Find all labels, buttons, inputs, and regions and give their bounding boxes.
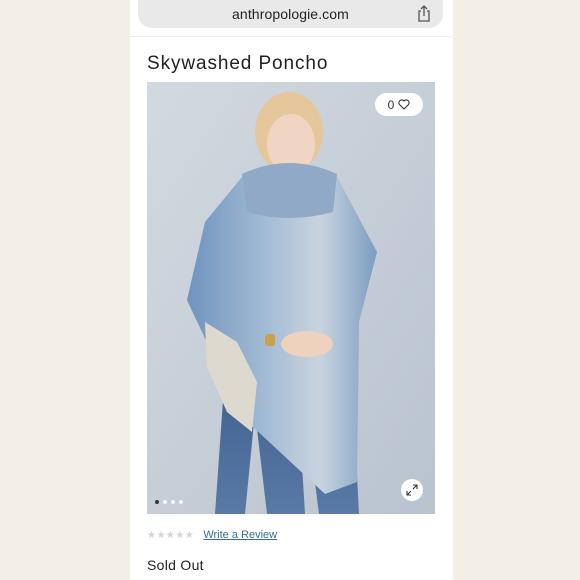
share-icon[interactable] [416,5,432,23]
url-text: anthropologie.com [232,6,349,22]
header-divider [130,36,453,37]
like-count: 0 [387,97,395,112]
phone-screen: anthropologie.com Skywashed Poncho 0 ★★★… [130,0,453,580]
product-title: Skywashed Poncho [147,53,329,74]
gallery-dot[interactable] [179,500,183,504]
rating-stars: ★★★★★ [147,529,195,541]
address-bar[interactable]: anthropologie.com [138,0,443,28]
write-review-link[interactable]: Write a Review [203,529,277,541]
like-button[interactable]: 0 [375,93,423,116]
gallery-dot[interactable] [155,500,159,504]
expand-icon [406,484,418,496]
product-photo [147,82,435,514]
gallery-dot[interactable] [163,500,167,504]
availability-status: Sold Out [147,557,204,573]
product-image[interactable]: 0 [147,82,435,514]
right-backdrop [453,0,580,580]
left-backdrop [0,0,130,580]
rating-row: ★★★★★ Write a Review [147,529,277,541]
heart-icon [398,99,410,110]
gallery-dot[interactable] [171,500,175,504]
expand-button[interactable] [401,479,423,501]
gallery-dots [155,500,183,504]
